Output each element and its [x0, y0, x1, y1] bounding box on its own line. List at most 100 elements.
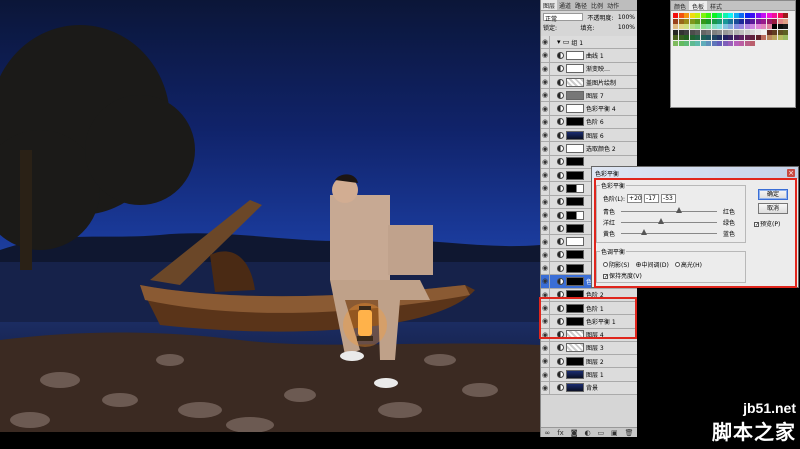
color-swatch[interactable]	[678, 29, 684, 35]
eye-icon[interactable]: ◉	[541, 248, 550, 262]
close-icon[interactable]: ×	[787, 169, 795, 177]
color-swatch[interactable]	[706, 24, 711, 29]
color-swatch[interactable]	[739, 13, 744, 18]
color-swatch[interactable]	[739, 40, 744, 46]
color-swatch[interactable]	[777, 29, 783, 35]
color-swatch[interactable]	[700, 40, 706, 46]
color-swatch[interactable]	[772, 18, 777, 24]
eye-icon[interactable]: ◉	[541, 36, 550, 49]
color-swatch[interactable]	[783, 13, 788, 18]
layer-thumbnail[interactable]	[566, 263, 584, 273]
layer-thumbnail[interactable]	[566, 370, 584, 380]
new-layer-icon[interactable]: ▣	[611, 429, 618, 437]
color-swatch[interactable]	[673, 35, 678, 40]
tab-color[interactable]: 颜色	[671, 1, 689, 11]
color-swatch[interactable]	[755, 13, 761, 18]
color-swatch[interactable]	[717, 24, 722, 29]
color-swatch[interactable]	[700, 24, 706, 29]
color-swatch[interactable]	[744, 24, 750, 29]
color-swatch[interactable]	[728, 35, 733, 40]
color-swatch[interactable]	[744, 40, 750, 46]
eye-icon[interactable]: ◉	[541, 355, 550, 368]
color-swatch[interactable]	[706, 40, 711, 46]
layer-row[interactable]: ◉ 图层 7	[541, 89, 637, 103]
layer-row[interactable]: ◉ 图层 2	[541, 355, 637, 369]
color-swatch[interactable]	[684, 13, 689, 18]
color-swatch[interactable]	[728, 40, 733, 46]
color-swatch[interactable]	[772, 24, 777, 29]
color-swatch[interactable]	[689, 29, 695, 35]
layer-thumbnail[interactable]	[566, 157, 584, 167]
fill-value[interactable]: 100%	[618, 24, 635, 31]
color-swatch[interactable]	[689, 35, 695, 40]
color-swatch[interactable]	[755, 18, 761, 24]
color-swatch[interactable]	[750, 18, 755, 24]
layer-row[interactable]: ◉ 图层 6	[541, 129, 637, 143]
color-swatch[interactable]	[706, 13, 711, 18]
color-swatch[interactable]	[777, 24, 783, 29]
color-swatch[interactable]	[761, 35, 766, 40]
color-swatch[interactable]	[717, 18, 722, 24]
color-swatch[interactable]	[766, 29, 772, 35]
color-swatch[interactable]	[733, 35, 739, 40]
color-swatch[interactable]	[695, 24, 700, 29]
layer-thumbnail[interactable]	[566, 183, 584, 193]
color-swatch[interactable]	[728, 13, 733, 18]
adjustment-icon[interactable]: ◐	[584, 429, 590, 437]
color-swatch[interactable]	[772, 35, 777, 40]
layer-row[interactable]: ◉ 选取颜色 2	[541, 142, 637, 156]
color-swatch[interactable]	[673, 29, 678, 35]
layer-row[interactable]: ◉ 图层 3	[541, 341, 637, 356]
eye-icon[interactable]: ◉	[541, 102, 550, 115]
color-swatch[interactable]	[761, 24, 766, 29]
color-swatch[interactable]	[766, 13, 772, 18]
folder-icon[interactable]: ▾ ▭	[557, 38, 569, 46]
color-swatch[interactable]	[744, 29, 750, 35]
color-swatch[interactable]	[761, 29, 766, 35]
layer-row[interactable]: ◉ 渐变映…	[541, 62, 637, 76]
eye-icon[interactable]: ◉	[541, 89, 550, 102]
color-swatch[interactable]	[728, 18, 733, 24]
color-swatch[interactable]	[678, 40, 684, 46]
layer-thumbnail[interactable]	[566, 210, 584, 220]
eye-icon[interactable]: ◉	[541, 155, 550, 168]
color-swatch[interactable]	[678, 35, 684, 40]
color-swatch[interactable]	[744, 35, 750, 40]
color-swatch[interactable]	[695, 18, 700, 24]
color-swatch[interactable]	[711, 13, 717, 18]
color-swatch[interactable]	[722, 40, 728, 46]
layer-thumbnail[interactable]	[566, 223, 584, 233]
color-swatch[interactable]	[711, 18, 717, 24]
color-swatch[interactable]	[750, 35, 755, 40]
tab-styles[interactable]: 样式	[707, 1, 725, 11]
opacity-value[interactable]: 100%	[618, 14, 635, 21]
layer-thumbnail[interactable]	[566, 197, 584, 207]
tab-paths[interactable]: 路径	[573, 0, 589, 10]
color-swatch[interactable]	[700, 18, 706, 24]
layer-row[interactable]: ◉ 色阶 6	[541, 115, 637, 130]
color-swatch[interactable]	[761, 13, 766, 18]
color-swatch[interactable]	[750, 29, 755, 35]
color-swatch[interactable]	[673, 24, 678, 29]
color-swatch[interactable]	[733, 29, 739, 35]
color-swatch[interactable]	[700, 13, 706, 18]
eye-icon[interactable]: ◉	[541, 195, 550, 208]
layer-row[interactable]: ◉ 图层 1	[541, 368, 637, 382]
layer-thumbnail[interactable]	[566, 237, 584, 247]
color-swatch[interactable]	[722, 13, 728, 18]
color-swatch[interactable]	[695, 35, 700, 40]
mask-icon[interactable]: ◙	[571, 429, 578, 437]
color-swatch[interactable]	[717, 13, 722, 18]
color-swatch[interactable]	[695, 29, 700, 35]
color-swatch[interactable]	[684, 24, 689, 29]
eye-icon[interactable]: ◉	[541, 235, 550, 248]
color-swatch[interactable]	[700, 35, 706, 40]
color-swatch[interactable]	[678, 24, 684, 29]
color-swatch[interactable]	[783, 35, 788, 40]
color-swatch[interactable]	[684, 29, 689, 35]
color-swatch[interactable]	[783, 24, 788, 29]
color-swatch[interactable]	[717, 35, 722, 40]
layer-thumbnail[interactable]	[566, 144, 584, 154]
layer-thumbnail[interactable]	[566, 50, 584, 60]
tab-actions[interactable]: 动作	[605, 0, 621, 10]
